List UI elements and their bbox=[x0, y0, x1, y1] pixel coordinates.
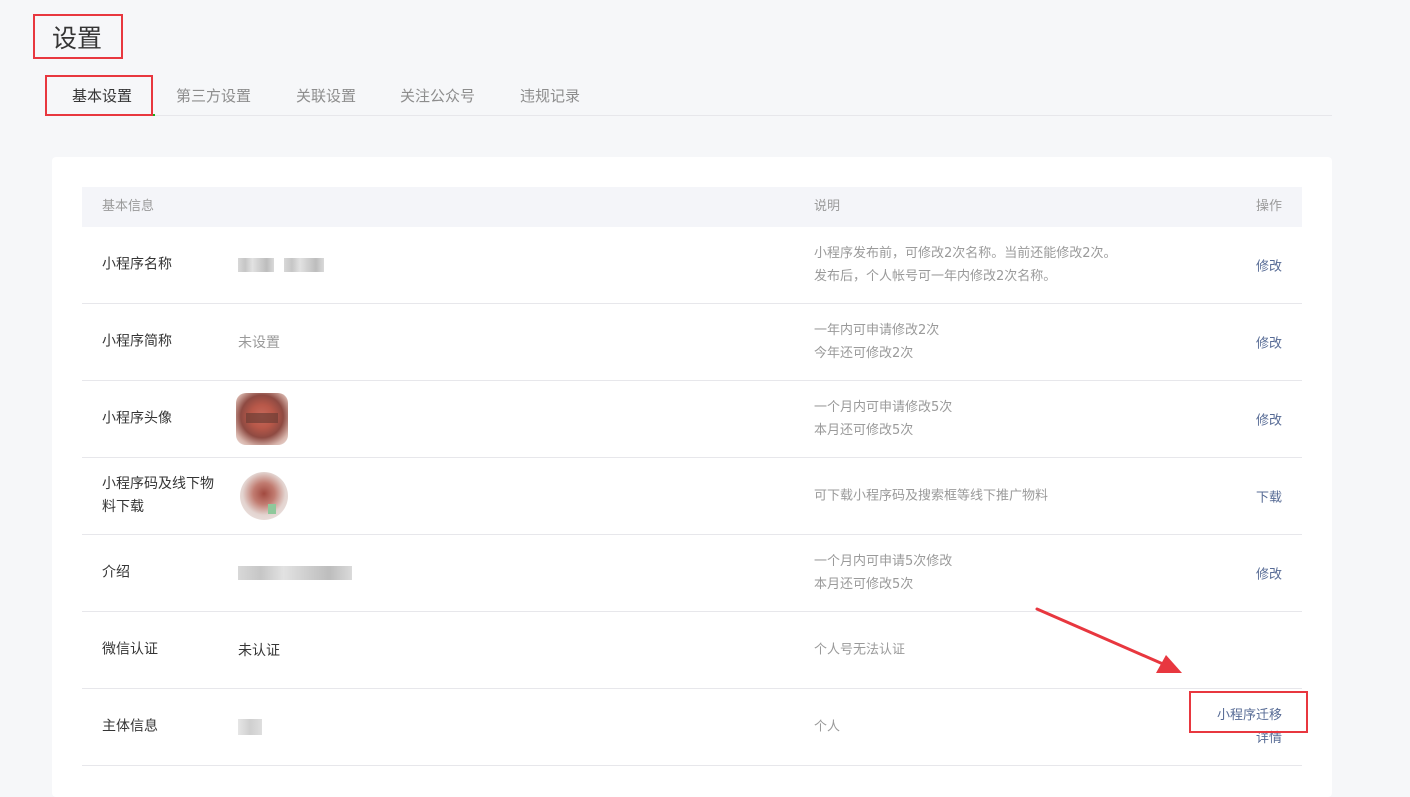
row-description: 一个月内可申请5次修改 本月还可修改5次 bbox=[814, 550, 952, 596]
avatar-value bbox=[236, 393, 288, 445]
download-materials-link[interactable]: 下载 bbox=[1256, 487, 1282, 506]
tab-third-party-settings[interactable]: 第三方设置 bbox=[176, 76, 251, 116]
desc-line: 可下载小程序码及搜索框等线下推广物料 bbox=[814, 488, 1049, 504]
tab-violation-records[interactable]: 违规记录 bbox=[520, 76, 580, 116]
redacted-text bbox=[238, 719, 262, 735]
tab-linked-settings[interactable]: 关联设置 bbox=[296, 76, 356, 116]
entity-details-link[interactable]: 详情 bbox=[1217, 727, 1282, 750]
entity-value-redacted bbox=[238, 719, 262, 735]
tab-follow-official-account[interactable]: 关注公众号 bbox=[400, 76, 475, 116]
redacted-text bbox=[284, 258, 325, 272]
desc-line: 小程序发布前，可修改2次名称。当前还能修改2次。 bbox=[814, 246, 1117, 261]
basic-info-table: 基本信息 说明 操作 小程序名称 小程序发布前，可修改2次名称。当前还能修改2次… bbox=[82, 187, 1302, 766]
table-row-short-name: 小程序简称 未设置 一年内可申请修改2次 今年还可修改2次 修改 bbox=[82, 304, 1302, 381]
redacted-text bbox=[238, 258, 274, 272]
row-label: 小程序简称 bbox=[102, 333, 172, 350]
desc-line: 个人号无法认证 bbox=[814, 642, 906, 658]
avatar bbox=[236, 393, 288, 445]
row-description: 小程序发布前，可修改2次名称。当前还能修改2次。 发布后，个人帐号可一年内修改2… bbox=[814, 242, 1117, 288]
desc-line: 今年还可修改2次 bbox=[814, 346, 914, 361]
entity-actions: 小程序迁移 详情 bbox=[1217, 704, 1282, 750]
desc-line: 个人 bbox=[814, 719, 841, 735]
row-label: 小程序码及线下物料下载 bbox=[102, 476, 214, 515]
modify-short-name-link[interactable]: 修改 bbox=[1256, 333, 1282, 352]
desc-line: 一个月内可申请修改5次 bbox=[814, 400, 953, 415]
redacted-text bbox=[238, 566, 352, 580]
table-row-code-download: 小程序码及线下物料下载 可下载小程序码及搜索框等线下推广物料 下载 bbox=[82, 458, 1302, 535]
row-description: 可下载小程序码及搜索框等线下推广物料 bbox=[814, 485, 1048, 508]
table-row-introduction: 介绍 一个月内可申请5次修改 本月还可修改5次 修改 bbox=[82, 535, 1302, 612]
short-name-value: 未设置 bbox=[238, 335, 280, 351]
desc-line: 本月还可修改5次 bbox=[814, 423, 914, 438]
page-title: 设置 bbox=[52, 24, 103, 53]
basic-info-card: 基本信息 说明 操作 小程序名称 小程序发布前，可修改2次名称。当前还能修改2次… bbox=[52, 157, 1332, 797]
mini-program-code-value bbox=[240, 472, 288, 520]
table-header: 基本信息 说明 操作 bbox=[82, 187, 1302, 227]
active-tab-indicator bbox=[52, 114, 155, 116]
name-value-redacted bbox=[238, 257, 325, 273]
table-row-wechat-verification: 微信认证 未认证 个人号无法认证 bbox=[82, 612, 1302, 689]
mini-program-migration-link[interactable]: 小程序迁移 bbox=[1217, 704, 1282, 727]
row-label: 小程序头像 bbox=[102, 410, 172, 427]
row-label: 微信认证 bbox=[102, 641, 158, 658]
tab-basic-settings[interactable]: 基本设置 bbox=[72, 76, 132, 116]
desc-line: 发布后，个人帐号可一年内修改2次名称。 bbox=[814, 269, 1057, 284]
row-label: 主体信息 bbox=[102, 718, 158, 735]
desc-line: 一年内可申请修改2次 bbox=[814, 323, 940, 338]
table-row-mini-program-name: 小程序名称 小程序发布前，可修改2次名称。当前还能修改2次。 发布后，个人帐号可… bbox=[82, 227, 1302, 304]
mini-program-code-image bbox=[240, 472, 288, 520]
modify-avatar-link[interactable]: 修改 bbox=[1256, 410, 1282, 429]
header-description: 说明 bbox=[814, 199, 841, 214]
settings-tabs: 基本设置 第三方设置 关联设置 关注公众号 违规记录 bbox=[52, 76, 1332, 116]
row-description: 一年内可申请修改2次 今年还可修改2次 bbox=[814, 319, 939, 365]
intro-value-redacted bbox=[238, 565, 352, 581]
header-basic-info: 基本信息 bbox=[102, 199, 155, 214]
modify-name-link[interactable]: 修改 bbox=[1256, 256, 1282, 275]
table-row-avatar: 小程序头像 一个月内可申请修改5次 本月还可修改5次 修改 bbox=[82, 381, 1302, 458]
desc-line: 本月还可修改5次 bbox=[814, 577, 914, 592]
row-label: 小程序名称 bbox=[102, 256, 172, 273]
row-description: 个人 bbox=[814, 716, 840, 739]
desc-line: 一个月内可申请5次修改 bbox=[814, 554, 953, 569]
header-action: 操作 bbox=[1255, 199, 1282, 214]
row-description: 一个月内可申请修改5次 本月还可修改5次 bbox=[814, 396, 952, 442]
row-label: 介绍 bbox=[102, 564, 130, 581]
table-row-entity-info: 主体信息 个人 小程序迁移 详情 bbox=[82, 689, 1302, 766]
row-description: 个人号无法认证 bbox=[814, 639, 905, 662]
modify-intro-link[interactable]: 修改 bbox=[1256, 564, 1282, 583]
verification-status-value: 未认证 bbox=[238, 643, 280, 659]
